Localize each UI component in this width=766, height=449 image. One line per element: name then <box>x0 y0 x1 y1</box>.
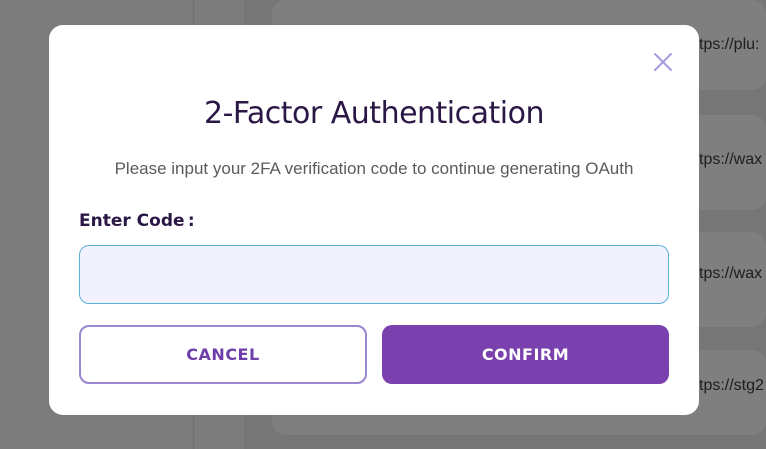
background-url: tps://wax <box>699 151 763 168</box>
close-icon <box>654 53 672 71</box>
code-label: Enter Code : <box>79 211 195 231</box>
background-url: tps://stg2 <box>699 377 764 394</box>
background-url: tps://plu: <box>699 36 760 53</box>
cancel-button[interactable]: CANCEL <box>79 325 367 384</box>
two-factor-modal: 2-Factor Authentication Please input you… <box>49 25 699 415</box>
close-button[interactable] <box>652 51 674 73</box>
modal-description: Please input your 2FA verification code … <box>114 159 634 178</box>
modal-title: 2-Factor Authentication <box>203 96 545 131</box>
code-input[interactable] <box>79 245 669 304</box>
background-url: tps://wax <box>699 265 763 282</box>
confirm-button[interactable]: CONFIRM <box>382 325 669 384</box>
